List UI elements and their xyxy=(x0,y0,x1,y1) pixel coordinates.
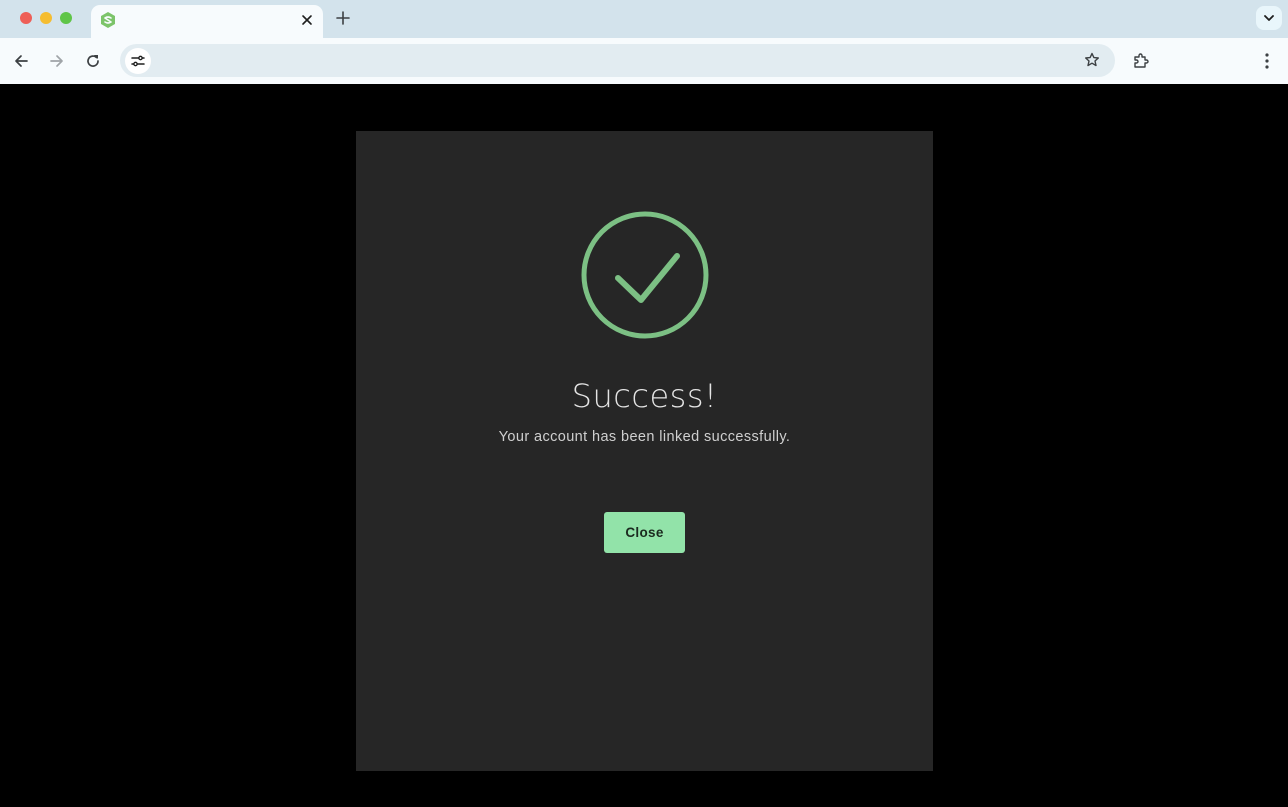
back-arrow-icon[interactable] xyxy=(10,50,32,72)
chevron-down-icon[interactable] xyxy=(1256,6,1282,30)
window-maximize-control[interactable] xyxy=(60,12,72,24)
window-close-control[interactable] xyxy=(20,12,32,24)
close-button[interactable]: Close xyxy=(604,512,685,553)
dialog-message: Your account has been linked successfull… xyxy=(498,429,791,445)
kebab-menu-icon[interactable] xyxy=(1256,50,1278,72)
success-dialog: Success! Your account has been linked su… xyxy=(356,131,933,771)
plus-icon[interactable] xyxy=(333,8,353,28)
tune-icon[interactable] xyxy=(125,48,151,74)
forward-arrow-icon[interactable] xyxy=(46,50,68,72)
browser-tab[interactable] xyxy=(91,5,323,38)
close-icon[interactable] xyxy=(297,10,317,30)
puzzle-icon[interactable] xyxy=(1130,50,1152,72)
url-input[interactable] xyxy=(160,50,1064,73)
tab-strip xyxy=(0,0,1288,38)
shield-logo-icon xyxy=(100,11,116,29)
page-viewport: Success! Your account has been linked su… xyxy=(0,84,1288,807)
star-icon[interactable] xyxy=(1081,49,1103,71)
check-circle-icon xyxy=(580,210,710,340)
address-bar[interactable] xyxy=(120,44,1115,77)
browser-toolbar xyxy=(0,38,1288,84)
window-minimize-control[interactable] xyxy=(40,12,52,24)
reload-icon[interactable] xyxy=(82,50,104,72)
dialog-title: Success! xyxy=(571,377,718,415)
